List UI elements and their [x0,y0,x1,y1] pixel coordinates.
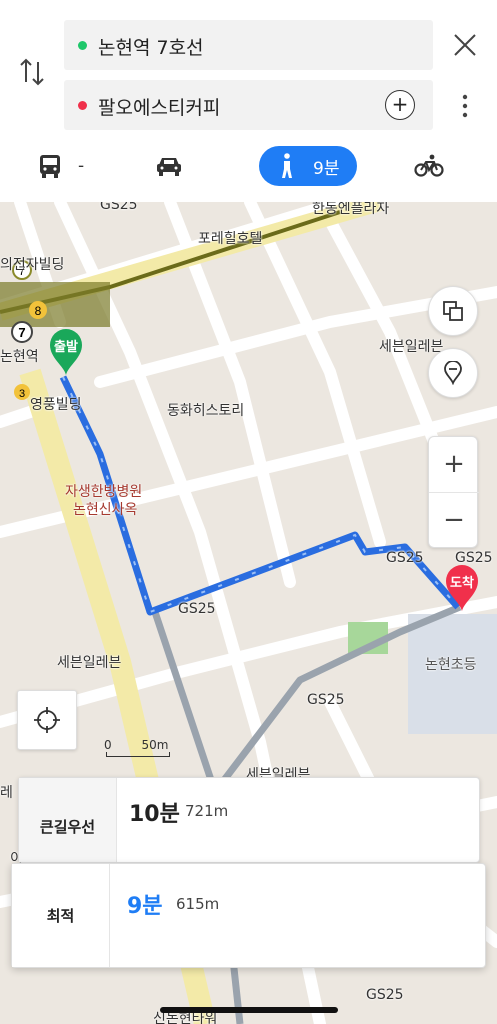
tab-bike[interactable] [414,143,444,189]
end-pin-label: 도착 [450,576,474,591]
tab-bus[interactable]: - [38,143,84,189]
bus-icon [40,155,60,178]
badge-3: 3 [19,388,25,400]
route-type-label: 최적 [46,907,75,925]
location-pin-icon [444,361,462,385]
route-type-cell: 최적 [12,864,110,967]
map-label-building-top-right: 한동엔플라자 [312,202,390,217]
my-location-button[interactable] [17,690,77,750]
scale-zero: 0 [104,738,112,752]
layers-icon [443,301,463,321]
route-type-label: 큰길우선 [39,818,96,836]
transport-mode-tabs: - 9분 [0,143,497,189]
start-pin-label: 출발 [54,340,78,355]
map-label-gs25-mid: GS25 [178,601,216,617]
map-label-building-left: 의전자빌딩 [0,257,65,273]
map-label-hotel: 포레힐호텔 [198,231,263,247]
walk-time-label: 9분 [313,158,340,179]
zoom-controls: + − [428,436,479,549]
bicycle-icon [414,154,444,177]
bus-time-label: - [78,156,85,176]
crosshair-icon [34,707,60,733]
more-options-icon[interactable] [456,93,474,119]
scale-value: 50m [141,738,169,752]
add-waypoint-button[interactable]: + [385,90,415,120]
layers-button[interactable] [428,286,478,336]
map-label-gs25-bottom: GS25 [366,987,404,1003]
destination-dot-icon [78,101,87,110]
map-label-bottom-left: 레 [0,785,13,801]
destination-text: 팔오에스티커피 [98,97,221,119]
route-distance: 721m [185,802,229,820]
route-search-header: 논현역 7호선 팔오에스티커피 + - 9분 [0,0,497,202]
route-option-main-road[interactable]: 큰길우선 10분 721m [18,777,480,863]
swap-icon[interactable] [18,56,46,88]
map-scale: 0 50m [104,738,170,757]
map-label-donghwa: 동화히스토리 [167,403,245,419]
close-icon[interactable] [452,32,478,58]
destination-field[interactable]: 팔오에스티커피 + [64,80,433,130]
tab-walk[interactable]: 9분 [259,146,357,186]
route-time: 9분 [127,894,163,919]
map-label-station: 논현역 [0,349,39,365]
tab-car[interactable] [155,143,183,189]
origin-text: 논현역 7호선 [98,37,204,59]
car-icon [157,158,181,176]
map-label-gs25-right1: GS25 [386,550,424,566]
map-label-youngpoong: 영풍빌딩 [30,397,82,413]
map-label-seven-eleven-1: 세븐일레븐 [379,339,444,355]
map-label-gs25-top: GS25 [100,202,138,213]
end-pin[interactable]: 도착 [444,564,480,612]
walking-person-icon [282,153,292,178]
route-time: 10분 [129,802,180,827]
zoom-in-button[interactable]: + [429,437,479,493]
place-button[interactable] [428,348,478,398]
map-label-hospital-1: 자생한방병원 [65,484,143,500]
route-distance: 615m [176,895,220,913]
badge-8: 8 [35,304,42,318]
home-indicator [160,1007,338,1013]
start-pin[interactable]: 출발 [48,328,84,376]
badge-7b: 7 [18,325,25,340]
map-label-hospital-2: 논현신사옥 [73,502,138,518]
zoom-out-button[interactable]: − [429,493,479,549]
route-type-cell: 큰길우선 [19,778,117,862]
origin-dot-icon [78,41,87,50]
map-label-school: 논현초등 [425,657,477,673]
origin-field[interactable]: 논현역 7호선 [64,20,433,70]
route-option-optimal[interactable]: 최적 9분 615m [11,863,486,968]
map-label-seven-eleven-2: 세븐일레븐 [57,655,122,671]
map-label-gs25-low: GS25 [307,692,345,708]
